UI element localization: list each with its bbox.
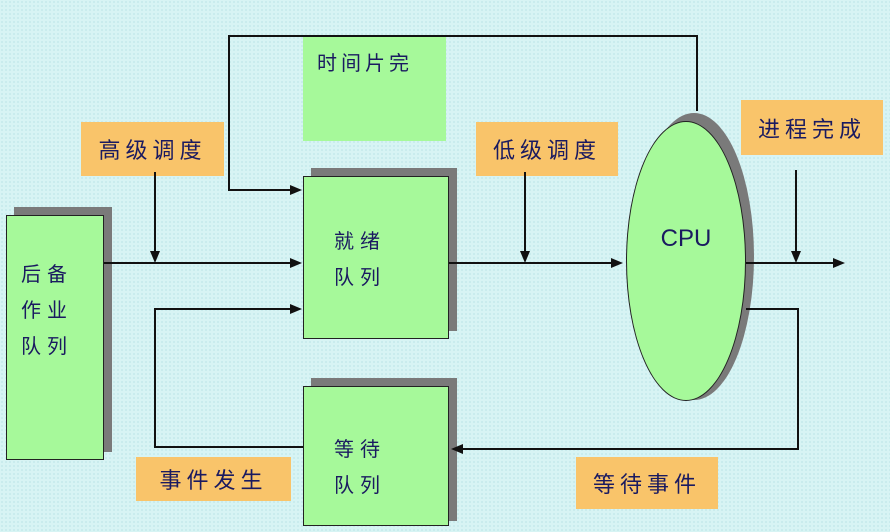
- wait-event-label: 等待事件: [576, 457, 718, 509]
- event-occurs-loop-arrow: [290, 304, 302, 314]
- wait-event-loop-top-line: [746, 308, 799, 310]
- ready-queue-label-1: 就绪: [334, 229, 386, 253]
- timeslice-label: 时间片完: [317, 51, 413, 75]
- backup-queue-label-1: 后备: [21, 262, 73, 286]
- flow-cpu-out-line: [746, 262, 834, 264]
- backup-queue-label-3: 队列: [21, 334, 73, 358]
- process-complete-line: [795, 170, 797, 252]
- timeslice-loop-up-line: [696, 35, 698, 111]
- ready-queue: 就绪 队列: [303, 176, 449, 339]
- backup-queue-label-2: 作业: [21, 298, 73, 322]
- high-level-line: [154, 172, 156, 252]
- process-scheduling-diagram: 后备 作业 队列 时间片完 就绪 队列 等待 队列 CPU 高级调度 低级调度 …: [0, 0, 890, 532]
- cpu-label: CPU: [660, 225, 712, 252]
- flow-ready-to-cpu-line: [449, 262, 613, 264]
- flow-ready-to-cpu-arrow: [611, 258, 623, 268]
- flow-cpu-out-arrow: [833, 258, 845, 268]
- low-level-arrow: [520, 251, 530, 263]
- timeslice-loop-left-line: [228, 35, 230, 191]
- timeslice-loop-arrow: [290, 185, 302, 195]
- high-level-arrow: [150, 251, 160, 263]
- high-level-scheduling-label: 高级调度: [81, 122, 224, 176]
- wait-event-loop-bottom-line: [462, 448, 799, 450]
- flow-backup-to-ready-line: [104, 262, 292, 264]
- wait-event-loop-right-line: [797, 308, 799, 450]
- timeslice-box: 时间片完: [303, 35, 446, 141]
- process-complete-label: 进程完成: [741, 100, 883, 155]
- ready-queue-label-2: 队列: [334, 265, 386, 289]
- process-complete-arrow: [791, 251, 801, 263]
- wait-queue-label-2: 队列: [334, 473, 386, 497]
- event-occurs-loop-bottom-line: [154, 446, 303, 448]
- event-occurs-loop-top-line: [154, 308, 292, 310]
- backup-job-queue: 后备 作业 队列: [6, 215, 104, 460]
- wait-queue: 等待 队列: [303, 386, 449, 526]
- wait-queue-label-1: 等待: [334, 437, 386, 461]
- timeslice-loop-bottom-line: [228, 189, 292, 191]
- low-level-line: [524, 172, 526, 252]
- flow-backup-to-ready-arrow: [290, 258, 302, 268]
- low-level-scheduling-label: 低级调度: [476, 122, 618, 176]
- wait-event-loop-arrow: [451, 444, 463, 454]
- timeslice-loop-top-line: [228, 35, 698, 37]
- event-occurs-loop-left-line: [154, 308, 156, 448]
- cpu-node: CPU: [626, 121, 746, 401]
- event-occurs-label: 事件发生: [136, 457, 291, 501]
